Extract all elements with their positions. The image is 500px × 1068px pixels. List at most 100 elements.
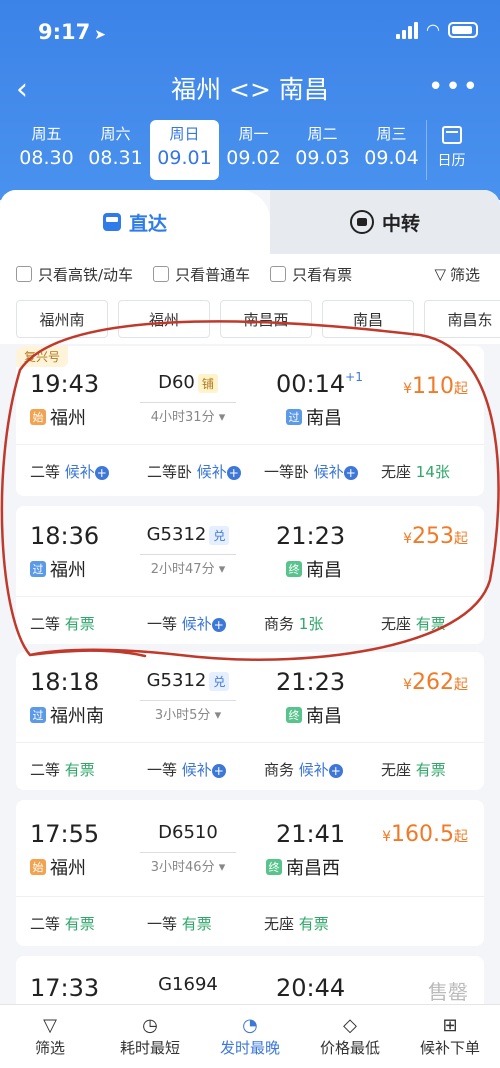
seat-row: 二等 有票 一等 有票 无座 有票 [16, 896, 484, 934]
bottom-tab-bar: ▽ 筛选 ◷ 耗时最短 ◔ 发时最晚 ◇ 价格最低 ⊞ 候补下单 [0, 1004, 500, 1068]
station-chip[interactable]: 福州南 [16, 300, 108, 338]
station-chip[interactable]: 福州 [118, 300, 210, 338]
clock-24-icon: ◔ [242, 1015, 258, 1036]
train-tag: 复兴号 [16, 346, 69, 367]
seat-option[interactable]: 无座 有票 [367, 613, 484, 634]
page-title: 福州 <> 南昌 [171, 75, 329, 104]
seat-option[interactable]: 二等卧 候补 + [133, 461, 250, 482]
arrival-station: 终南昌 [286, 556, 342, 582]
station-chip[interactable]: 南昌东 [424, 300, 500, 338]
seat-option[interactable]: 无座 14张 [367, 461, 484, 482]
wifi-icon: ◠ [426, 20, 440, 39]
status-time: 9:17 ➤ [38, 20, 106, 44]
nav-bar: ‹ 福州 <> 南昌 ••• [0, 68, 500, 112]
seat-row: 二等 有票 一等 候补 + 商务 候补 + 无座 有票 [16, 742, 484, 780]
departure-station: 过福州南 [30, 702, 104, 728]
train-number: D6510 [158, 822, 218, 843]
sleeper-badge: 铺 [197, 373, 218, 393]
battery-icon [448, 21, 478, 38]
departure-time: 17:33 [30, 974, 100, 1002]
seat-option[interactable]: 二等 有票 [16, 613, 133, 634]
filter-icon: ▽ [43, 1015, 57, 1036]
arrival-time: 20:44 [276, 974, 346, 1002]
status-bar: 9:17 ➤ ◠ [0, 0, 500, 62]
seat-option[interactable]: 一等 有票 [133, 913, 250, 934]
price: ¥262起 [403, 670, 468, 695]
tab-latest[interactable]: ◔ 发时最晚 [200, 1005, 300, 1068]
train-number: G5312 兑 [140, 524, 236, 545]
calendar-icon [441, 126, 462, 144]
tab-shortest[interactable]: ◷ 耗时最短 [100, 1005, 200, 1068]
departure-time: 18:36 [30, 522, 100, 550]
arrival-time: 00:14+1 [276, 370, 363, 398]
add-waitlist-icon: + [211, 764, 226, 778]
arrival-station: 过南昌 [286, 404, 342, 430]
departure-station: 始福州 [30, 854, 86, 880]
departure-station: 始福州 [30, 404, 86, 430]
tab-direct[interactable]: 直达 [0, 190, 270, 254]
departure-time: 18:18 [30, 668, 100, 696]
train-card[interactable]: 复兴号 19:43 D60 铺 00:14+1 ¥110起 4小时31分 ▾ 始福… [16, 346, 484, 496]
seat-option[interactable]: 无座 有票 [367, 759, 484, 780]
seat-option[interactable]: 二等 有票 [16, 913, 133, 934]
filter-button[interactable]: ▽ 筛选 [434, 264, 480, 285]
calendar-button[interactable]: 日历 [426, 120, 476, 180]
funnel-icon: ▽ [434, 265, 446, 283]
add-waitlist-icon: + [328, 764, 343, 778]
departure-time: 17:55 [30, 820, 100, 848]
tab-filter[interactable]: ▽ 筛选 [0, 1005, 100, 1068]
cart-icon: ⊞ [442, 1015, 458, 1036]
arrival-station: 终南昌西 [266, 854, 340, 880]
cellular-signal-icon [396, 21, 419, 39]
train-number: G1694 [158, 974, 218, 995]
seat-option[interactable]: 一等卧 候补 + [250, 461, 367, 482]
departure-station: 过福州 [30, 556, 86, 582]
station-chip[interactable]: 南昌西 [220, 300, 312, 338]
seat-option[interactable]: 商务 候补 + [250, 759, 367, 780]
location-arrow-icon: ➤ [94, 27, 106, 43]
add-waitlist-icon: + [343, 466, 358, 480]
duration: 4小时31分 ▾ [140, 402, 236, 425]
seat-option[interactable]: 一等 候补 + [133, 759, 250, 780]
seat-option[interactable]: 二等 候补 + [16, 461, 133, 482]
tab-waitlist-order[interactable]: ⊞ 候补下单 [400, 1005, 500, 1068]
arrival-time: 21:41 [276, 820, 346, 848]
add-waitlist-icon: + [94, 466, 109, 480]
more-dots-icon[interactable]: ••• [428, 72, 480, 102]
station-chips: 福州南 福州 南昌西 南昌 南昌东 [0, 294, 500, 344]
tab-cheapest[interactable]: ◇ 价格最低 [300, 1005, 400, 1068]
train-card[interactable]: 17:55 D6510 21:41 ¥160.5起 3小时46分 ▾ 始福州 终… [16, 800, 484, 946]
arrival-station: 终南昌 [286, 702, 342, 728]
seat-option[interactable]: 一等 候补 + [133, 613, 250, 634]
exchange-badge: 兑 [209, 525, 230, 545]
seat-option[interactable]: 二等 有票 [16, 759, 133, 780]
date-item[interactable]: 周五 08.30 [12, 120, 81, 180]
arrival-time: 21:23 [276, 668, 346, 696]
tab-transfer[interactable]: 中转 [270, 190, 500, 254]
add-waitlist-icon: + [226, 466, 241, 480]
seat-option[interactable]: 商务 1张 [250, 613, 367, 634]
date-item[interactable]: 周三 09.04 [357, 120, 426, 180]
duration: 3小时46分 ▾ [140, 852, 236, 875]
date-item[interactable]: 周二 09.03 [288, 120, 357, 180]
train-card[interactable]: 18:18 G5312 兑 21:23 ¥262起 3小时5分 ▾ 过福州南 终南… [16, 652, 484, 790]
checkbox-normal[interactable]: 只看普通车 [153, 264, 250, 285]
train-card[interactable]: 18:36 G5312 兑 21:23 ¥253起 2小时47分 ▾ 过福州 终南… [16, 506, 484, 644]
departure-time: 19:43 [30, 370, 100, 398]
seat-option[interactable]: 无座 有票 [250, 913, 367, 934]
date-item[interactable]: 周一 09.02 [219, 120, 288, 180]
filter-bar: 只看高铁/动车 只看普通车 只看有票 ▽ 筛选 [0, 254, 500, 294]
station-chip[interactable]: 南昌 [322, 300, 414, 338]
price-tag-icon: ◇ [343, 1015, 357, 1036]
timer-icon: ◷ [142, 1015, 158, 1036]
sold-out-label: 售罄 [428, 980, 468, 1004]
date-selector: 周五 08.30 周六 08.31 周日 09.01 周一 09.02 周二 09.03 … [12, 120, 492, 180]
checkbox-available[interactable]: 只看有票 [270, 264, 352, 285]
date-item[interactable]: 周六 08.31 [81, 120, 150, 180]
price: ¥110起 [403, 374, 468, 399]
checkbox-high-speed[interactable]: 只看高铁/动车 [16, 264, 133, 285]
date-item-selected[interactable]: 周日 09.01 [150, 120, 219, 180]
price: ¥160.5起 [382, 822, 468, 847]
seat-row: 二等 有票 一等 候补 + 商务 1张 无座 有票 [16, 596, 484, 634]
train-number: G5312 兑 [140, 670, 236, 691]
